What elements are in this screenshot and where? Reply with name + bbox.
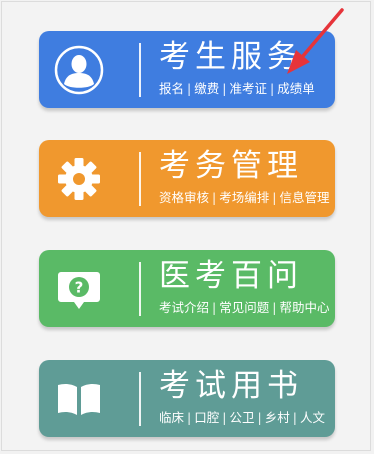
card-links: 资格审核 | 考场编排 | 信息管理 [159, 190, 330, 205]
question-chat-icon: ? [53, 263, 105, 315]
medical-exam-faq-card[interactable]: ? 医考百问 考试介绍 | 常见问题 | 帮助中心 [39, 250, 335, 327]
svg-text:?: ? [75, 279, 84, 297]
exam-service-card[interactable]: 考生服务 报名 | 缴费 | 准考证 | 成绩单 [39, 31, 335, 108]
card-links: 报名 | 缴费 | 准考证 | 成绩单 [159, 81, 315, 96]
link-common-questions[interactable]: 常见问题 [219, 300, 269, 315]
link-public-health[interactable]: 公卫 [229, 410, 254, 425]
link-room-arrangement[interactable]: 考场编排 [219, 190, 269, 205]
link-score-report[interactable]: 成绩单 [277, 81, 315, 96]
link-dental[interactable]: 口腔 [194, 410, 219, 425]
card-divider [139, 43, 141, 97]
link-admission-ticket[interactable]: 准考证 [229, 81, 267, 96]
card-divider [139, 372, 141, 426]
link-rural[interactable]: 乡村 [265, 410, 290, 425]
exam-management-card[interactable]: 考务管理 资格审核 | 考场编排 | 信息管理 [39, 140, 335, 217]
link-payment[interactable]: 缴费 [194, 81, 219, 96]
link-help-center[interactable]: 帮助中心 [279, 300, 329, 315]
card-title: 医考百问 [159, 258, 303, 294]
link-humanities[interactable]: 人文 [300, 410, 325, 425]
card-links: 考试介绍 | 常见问题 | 帮助中心 [159, 300, 330, 315]
link-info-management[interactable]: 信息管理 [279, 190, 329, 205]
card-title: 考试用书 [159, 368, 303, 404]
exam-books-card[interactable]: 考试用书 临床 | 口腔 | 公卫 | 乡村 | 人文 [39, 360, 335, 437]
card-divider [139, 262, 141, 316]
link-exam-introduction[interactable]: 考试介绍 [159, 300, 209, 315]
card-title: 考生服务 [159, 39, 303, 75]
link-registration[interactable]: 报名 [159, 81, 184, 96]
card-links: 临床 | 口腔 | 公卫 | 乡村 | 人文 [159, 410, 325, 425]
card-title: 考务管理 [159, 148, 303, 184]
link-clinical[interactable]: 临床 [159, 410, 184, 425]
card-divider [139, 152, 141, 206]
book-icon [53, 373, 105, 425]
gear-icon [53, 153, 105, 205]
link-qualification-review[interactable]: 资格审核 [159, 190, 209, 205]
user-icon [53, 44, 105, 96]
